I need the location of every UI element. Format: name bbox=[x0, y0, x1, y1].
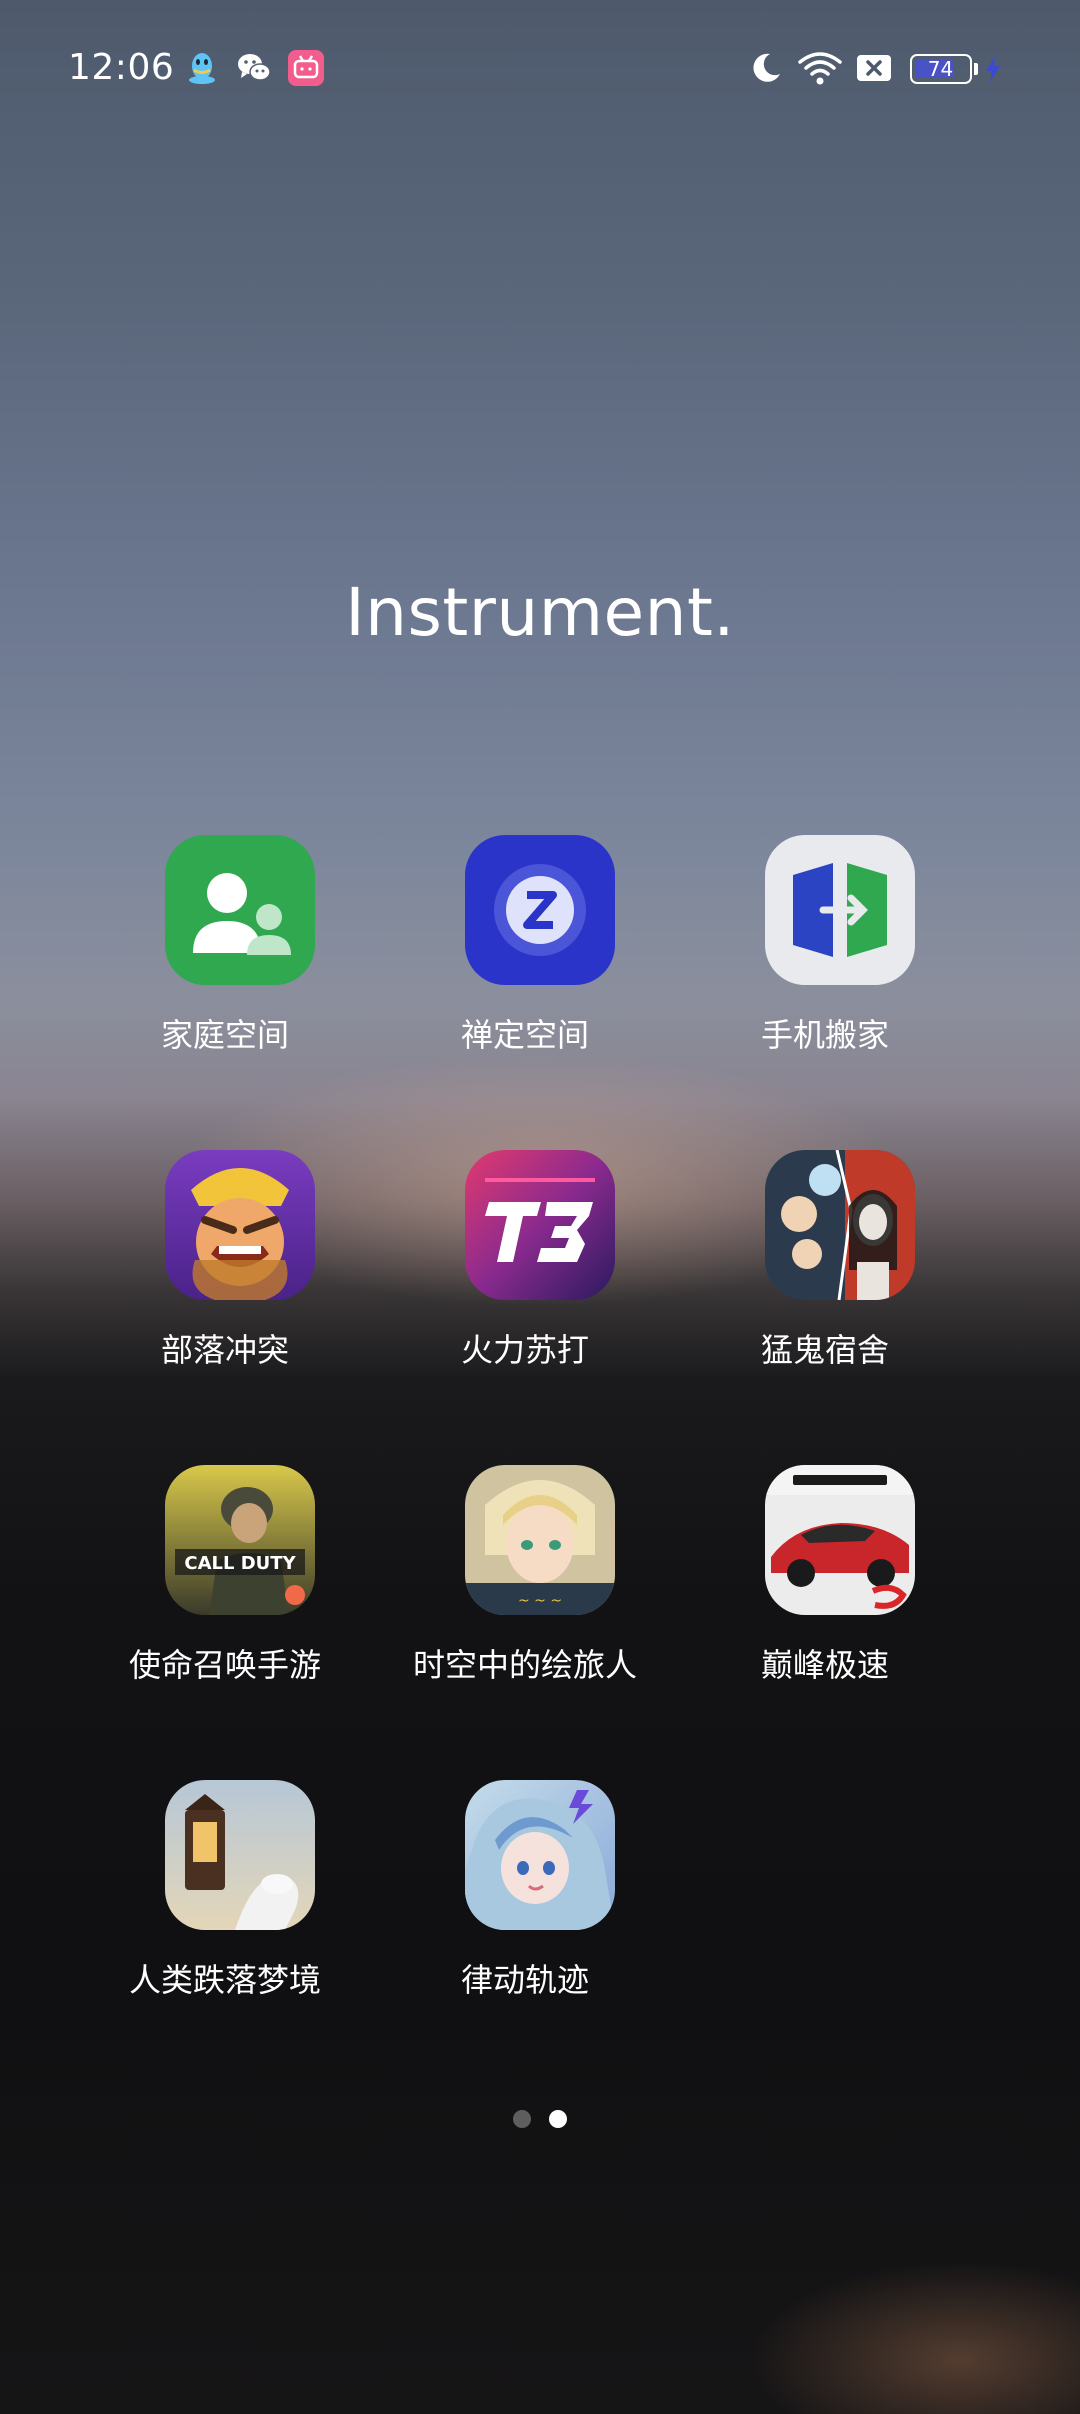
app-family-space[interactable]: 家庭空间 bbox=[75, 835, 375, 1075]
battery-icon: 74 bbox=[910, 54, 972, 84]
app-label: 家庭空间 bbox=[160, 1016, 289, 1054]
wechat-icon bbox=[238, 54, 271, 81]
app-rhythm-track[interactable]: 律动轨迹 bbox=[375, 1780, 675, 2020]
svg-text:~ ~ ~: ~ ~ ~ bbox=[518, 1593, 562, 1609]
app-label: 猛鬼宿舍 bbox=[760, 1331, 889, 1369]
app-phone-clone[interactable]: 手机搬家 bbox=[675, 835, 975, 1075]
battery-nub bbox=[974, 63, 978, 75]
sim-x-icon bbox=[857, 55, 891, 81]
app-ghost-dorm[interactable]: 猛鬼宿舍 bbox=[675, 1150, 975, 1390]
battery-level: 74 bbox=[927, 57, 954, 81]
clash-of-clans-icon[interactable] bbox=[165, 1150, 315, 1300]
page-indicator[interactable] bbox=[0, 2110, 1080, 2134]
app-zen-space[interactable]: 禅定空间 bbox=[375, 835, 675, 1075]
rhythm-track-icon[interactable] bbox=[465, 1780, 615, 1930]
family-space-icon[interactable] bbox=[165, 835, 315, 985]
charging-icon bbox=[986, 56, 1000, 82]
app-label: 巅峰极速 bbox=[760, 1646, 889, 1684]
folder-title[interactable]: Instrument. bbox=[0, 568, 1080, 658]
app-t3[interactable]: 火力苏打 bbox=[375, 1150, 675, 1390]
app-label: 使命召唤手游 bbox=[128, 1646, 321, 1684]
racing-master-icon[interactable] bbox=[765, 1465, 915, 1615]
clock: 12:06 bbox=[68, 47, 175, 88]
svg-text:CALL DUTY: CALL DUTY bbox=[184, 1553, 296, 1574]
t3-icon[interactable] bbox=[465, 1150, 615, 1300]
app-racing-master[interactable]: 巅峰极速 bbox=[675, 1465, 975, 1705]
call-of-duty-icon[interactable]: CALL DUTY bbox=[165, 1465, 315, 1615]
page-dot-1[interactable] bbox=[513, 2110, 531, 2128]
app-call-of-duty[interactable]: CALL DUTY 使命召唤手游 bbox=[75, 1465, 375, 1705]
bilibili-icon bbox=[288, 50, 324, 86]
app-label: 律动轨迹 bbox=[460, 1961, 589, 1999]
phone-clone-icon[interactable] bbox=[765, 835, 915, 985]
app-human-fall-flat[interactable]: 人类跌落梦境 bbox=[75, 1780, 375, 2020]
app-label: 火力苏打 bbox=[460, 1331, 589, 1369]
page-dot-2-active[interactable] bbox=[549, 2110, 567, 2128]
status-bar: 12:06 74 bbox=[0, 0, 1080, 140]
app-painter-traveler[interactable]: ~ ~ ~ 时空中的绘旅人 bbox=[375, 1465, 675, 1705]
painter-traveler-icon[interactable]: ~ ~ ~ bbox=[465, 1465, 615, 1615]
app-label: 时空中的绘旅人 bbox=[412, 1646, 637, 1684]
app-label: 手机搬家 bbox=[760, 1016, 889, 1054]
human-fall-flat-icon[interactable] bbox=[165, 1780, 315, 1930]
home-screen-folder-view: 12:06 74 Instrument. 家庭空间 禅定空间 手机搬家 部落冲突… bbox=[0, 0, 1080, 2414]
app-clash-of-clans[interactable]: 部落冲突 bbox=[75, 1150, 375, 1390]
app-label: 禅定空间 bbox=[460, 1016, 589, 1054]
app-label: 部落冲突 bbox=[160, 1331, 289, 1369]
app-label: 人类跌落梦境 bbox=[128, 1961, 321, 1999]
moon-icon bbox=[753, 53, 780, 82]
qq-icon bbox=[189, 53, 215, 84]
zen-space-icon[interactable] bbox=[465, 835, 615, 985]
ghost-dorm-icon[interactable] bbox=[765, 1150, 915, 1300]
wifi-icon bbox=[798, 52, 842, 85]
